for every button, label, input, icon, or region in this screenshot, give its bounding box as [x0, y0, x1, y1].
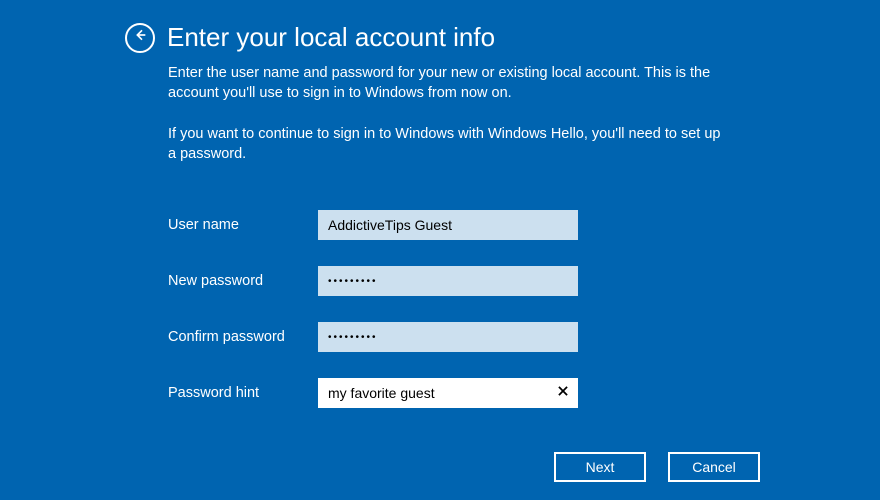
clear-hint-button[interactable]: [554, 384, 572, 402]
description-text-2: If you want to continue to sign in to Wi…: [168, 124, 728, 165]
username-input[interactable]: [318, 210, 578, 240]
password-hint-input[interactable]: [318, 378, 578, 408]
description-text-1: Enter the user name and password for you…: [168, 63, 728, 104]
confirm-password-input[interactable]: [318, 322, 578, 352]
new-password-input[interactable]: [318, 266, 578, 296]
arrow-left-icon: [132, 27, 148, 48]
next-button[interactable]: Next: [554, 452, 646, 482]
new-password-label: New password: [168, 273, 318, 289]
username-label: User name: [168, 217, 318, 233]
page-title: Enter your local account info: [167, 22, 495, 53]
password-hint-label: Password hint: [168, 385, 318, 401]
cancel-button[interactable]: Cancel: [668, 452, 760, 482]
confirm-password-label: Confirm password: [168, 329, 318, 345]
close-icon: [556, 384, 570, 403]
back-button[interactable]: [125, 23, 155, 53]
